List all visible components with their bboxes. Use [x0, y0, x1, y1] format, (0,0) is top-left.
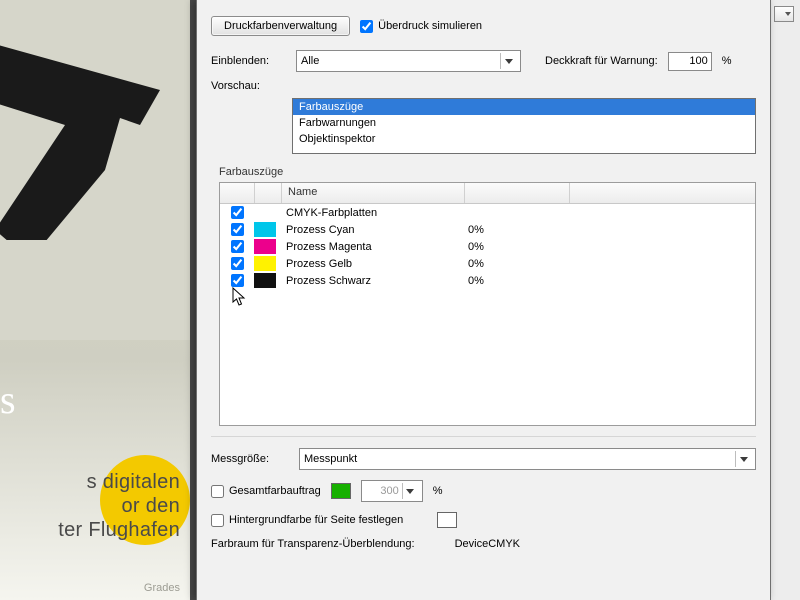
show-label: Einblenden:	[211, 55, 286, 67]
column-name[interactable]: Name	[282, 183, 465, 203]
airplane-silhouette	[0, 30, 170, 240]
ink-name: CMYK-Farbplatten	[280, 207, 462, 219]
separations-group-label: Farbauszüge	[197, 158, 770, 178]
ink-swatch	[254, 222, 276, 237]
percent-suffix: %	[433, 485, 443, 497]
preview-option-inspector[interactable]: Objektinspektor	[293, 131, 755, 147]
panel-dock	[769, 0, 800, 600]
preview-option-separations[interactable]: Farbauszüge	[293, 99, 755, 115]
separations-table: Name CMYK-FarbplattenProzess Cyan0%Proze…	[219, 182, 756, 426]
ink-swatch	[254, 256, 276, 271]
opacity-warning-label: Deckkraft für Warnung:	[545, 55, 658, 67]
ink-swatch	[254, 239, 276, 254]
table-row[interactable]: Prozess Cyan0%	[220, 221, 755, 238]
chevron-down-icon	[735, 451, 751, 467]
ink-name: Prozess Magenta	[280, 241, 462, 253]
set-page-background-checkbox[interactable]: Hintergrundfarbe für Seite festlegen	[211, 514, 403, 527]
row-visibility-checkbox[interactable]	[231, 274, 244, 287]
document-background: s s digitalen or den ter Flughafen Grade…	[0, 0, 190, 600]
preview-listbox[interactable]: Farbauszüge Farbwarnungen Objektinspekto…	[292, 98, 756, 154]
preview-option-warnings[interactable]: Farbwarnungen	[293, 115, 755, 131]
total-area-checkbox[interactable]: Gesamtfarbauftrag	[211, 485, 321, 498]
output-preview-panel: Druckfarbenverwaltung Überdruck simulier…	[196, 0, 771, 600]
simulate-overprint-checkbox[interactable]: Überdruck simulieren	[360, 20, 482, 33]
row-visibility-checkbox[interactable]	[231, 257, 244, 270]
row-visibility-checkbox[interactable]	[231, 223, 244, 236]
ink-percentage: 0%	[462, 258, 566, 270]
table-row[interactable]: CMYK-Farbplatten	[220, 204, 755, 221]
total-area-swatch[interactable]	[331, 483, 351, 499]
chevron-down-icon	[500, 53, 516, 69]
headline-letter: s	[0, 380, 16, 420]
ink-percentage: 0%	[462, 275, 566, 287]
footnote: Grades	[0, 582, 180, 594]
blend-space-label: Farbraum für Transparenz-Überblendung:	[211, 538, 415, 550]
preview-label: Vorschau:	[211, 80, 286, 92]
ink-percentage: 0%	[462, 241, 566, 253]
opacity-warning-input[interactable]	[668, 52, 712, 71]
sample-size-dropdown[interactable]: Messpunkt	[299, 448, 756, 470]
show-dropdown[interactable]: Alle	[296, 50, 521, 72]
ink-swatch	[254, 273, 276, 288]
ink-percentage: 0%	[462, 224, 566, 236]
row-visibility-checkbox[interactable]	[231, 206, 244, 219]
blend-space-value: DeviceCMYK	[455, 538, 520, 550]
body-copy: s digitalen or den ter Flughafen	[0, 470, 180, 542]
percent-suffix: %	[722, 55, 732, 67]
ink-manager-button[interactable]: Druckfarbenverwaltung	[211, 16, 350, 36]
page-background-swatch[interactable]	[437, 512, 457, 528]
total-area-value-combo	[361, 480, 423, 502]
sample-size-label: Messgröße:	[211, 453, 289, 465]
chevron-down-icon	[402, 483, 418, 499]
table-row[interactable]: Prozess Schwarz0%	[220, 272, 755, 289]
ink-name: Prozess Gelb	[280, 258, 462, 270]
ink-name: Prozess Schwarz	[280, 275, 462, 287]
table-row[interactable]: Prozess Magenta0%	[220, 238, 755, 255]
panel-menu-icon[interactable]	[774, 6, 794, 22]
table-header: Name	[220, 183, 755, 204]
ink-name: Prozess Cyan	[280, 224, 462, 236]
table-row[interactable]: Prozess Gelb0%	[220, 255, 755, 272]
row-visibility-checkbox[interactable]	[231, 240, 244, 253]
